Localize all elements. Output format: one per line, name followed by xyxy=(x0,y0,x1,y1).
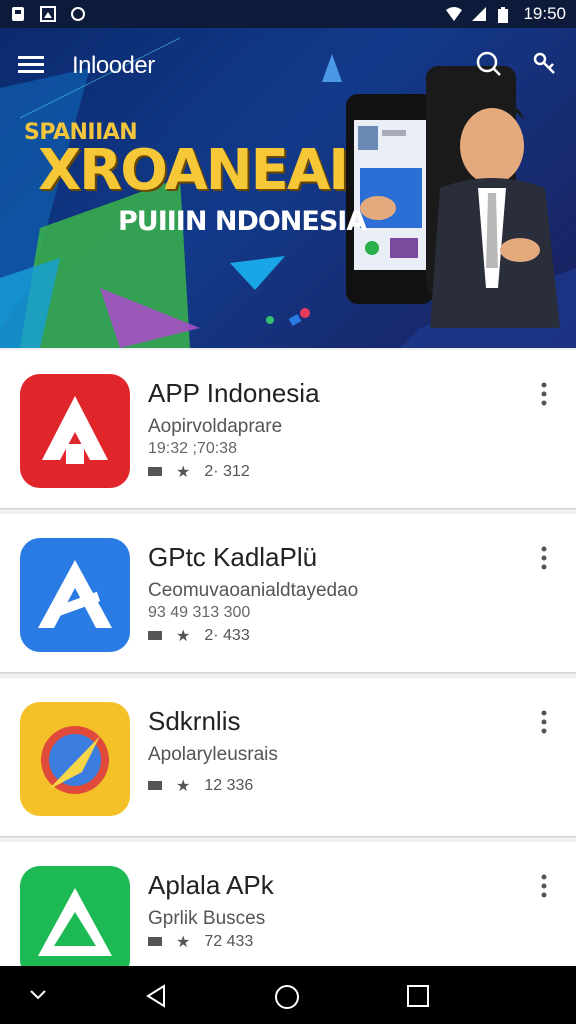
search-icon[interactable] xyxy=(476,51,502,82)
app-title: Inlooder xyxy=(72,52,155,79)
app-rating: 2· 312 xyxy=(204,463,250,480)
app-meta: 19:32 ;70:38 xyxy=(148,440,237,457)
download-icon xyxy=(148,933,162,951)
navigation-bar xyxy=(0,966,576,1024)
signal-icon xyxy=(471,6,487,22)
app-meta: 93 49 313 300 xyxy=(148,604,251,621)
app-subtitle: Gprlik Busces xyxy=(148,908,266,929)
red-app-icon xyxy=(20,374,130,488)
list-item[interactable]: GPtc KadlaPlü Ceomuvaoanialdtayedao 93 4… xyxy=(0,514,576,672)
back-icon[interactable] xyxy=(144,984,168,1013)
star-icon: ★ xyxy=(176,628,191,645)
app-rating: 72 433 xyxy=(204,933,254,950)
green-app-icon xyxy=(20,866,130,980)
image-icon xyxy=(40,6,56,22)
app-name: APP Indonesia xyxy=(148,378,320,408)
more-options-icon[interactable] xyxy=(540,546,548,570)
app-subtitle: Aopirvoldaprare xyxy=(148,416,283,437)
list-item[interactable]: APP Indonesia Aopirvoldaprare 19:32 ;70:… xyxy=(0,350,576,508)
menu-icon[interactable] xyxy=(18,54,44,79)
wifi-icon xyxy=(445,6,463,22)
status-time: 19:50 xyxy=(523,4,566,23)
home-icon[interactable] xyxy=(274,984,300,1015)
download-icon xyxy=(148,777,162,795)
app-stats: ★ 2· 312 xyxy=(148,462,250,482)
app-stats: ★ 2· 433 xyxy=(148,626,250,646)
more-options-icon[interactable] xyxy=(540,382,548,406)
more-options-icon[interactable] xyxy=(540,874,548,898)
blue-app-icon xyxy=(20,538,130,652)
hero-tagline: PUIIIN NDONESIA xyxy=(118,206,367,237)
hero-banner[interactable]: Inlooder SPANIIAN XROANEAI PUIIIN NDONES… xyxy=(0,28,576,348)
app-stats: ★ 12 336 xyxy=(148,776,253,796)
chevron-down-icon[interactable] xyxy=(28,988,48,1007)
status-bar: 19:50 xyxy=(0,0,576,28)
more-options-icon[interactable] xyxy=(540,710,548,734)
hero-title: XROANEAI xyxy=(38,138,349,203)
circle-icon xyxy=(70,6,86,22)
app-name: GPtc KadlaPlü xyxy=(148,542,318,572)
app-subtitle: Apolaryleusrais xyxy=(148,744,278,765)
battery-icon xyxy=(497,6,513,23)
star-icon: ★ xyxy=(176,934,191,951)
app-stats: ★ 72 433 xyxy=(148,932,253,952)
list-item[interactable]: Sdkrnlis Apolaryleusrais ★ 12 336 xyxy=(0,678,576,836)
app-subtitle: Ceomuvaoanialdtayedao xyxy=(148,580,359,601)
app-rating: 2· 433 xyxy=(204,627,250,644)
sim-icon xyxy=(10,6,26,22)
share-icon[interactable] xyxy=(532,51,558,82)
toolbar: Inlooder xyxy=(0,46,576,86)
star-icon: ★ xyxy=(176,778,191,795)
recents-icon[interactable] xyxy=(406,984,430,1013)
app-name: Aplala APk xyxy=(148,870,274,900)
app-name: Sdkrnlis xyxy=(148,706,241,736)
download-icon xyxy=(148,463,162,481)
app-rating: 12 336 xyxy=(204,777,254,794)
download-icon xyxy=(148,627,162,645)
yellow-app-icon xyxy=(20,702,130,816)
star-icon: ★ xyxy=(176,464,191,481)
